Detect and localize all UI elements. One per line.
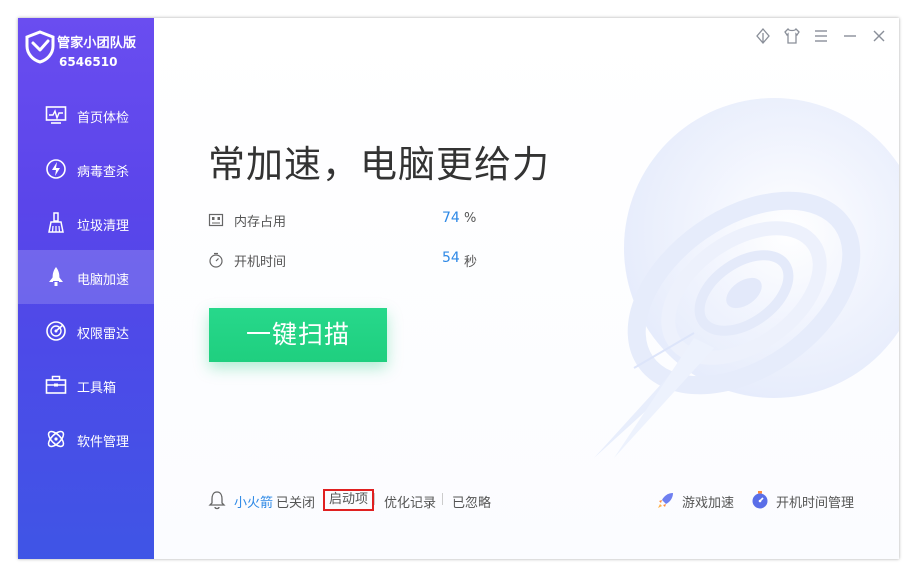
sidebar-item-label: 权限雷达 [77, 327, 130, 342]
skin-leaf-icon[interactable] [753, 26, 773, 46]
sidebar: 管家小团队版 6546510 首页体检 病毒查杀 垃圾清理 电脑加速 权限雷达 … [18, 18, 154, 559]
one-click-scan-button[interactable]: 一键扫描 [209, 308, 387, 362]
minimize-icon[interactable] [840, 26, 860, 46]
sidebar-item-label: 垃圾清理 [77, 219, 130, 234]
tshirt-skin-icon[interactable] [782, 26, 802, 46]
boot-timer-icon [752, 491, 768, 509]
sidebar-item-junk-clean[interactable]: 垃圾清理 [18, 196, 154, 250]
rocket-icon [49, 267, 63, 286]
startup-items-link[interactable]: 启动项 [323, 489, 375, 511]
window-controls [749, 26, 889, 46]
stat-unit: % [464, 211, 477, 226]
brand: 管家小团队版 6546510 [24, 30, 150, 74]
sidebar-item-virus-scan[interactable]: 病毒查杀 [18, 142, 154, 196]
app-name: 管家小团队版 [57, 36, 137, 51]
user-id: 6546510 [59, 55, 118, 69]
sidebar-item-software-manager[interactable]: 软件管理 [18, 412, 154, 466]
speed-orb-illustration [594, 98, 899, 458]
sidebar-item-pc-boost[interactable]: 电脑加速 [18, 250, 154, 304]
apps-icon [47, 430, 65, 448]
sidebar-nav: 首页体检 病毒查杀 垃圾清理 电脑加速 权限雷达 工具箱 软件管理 [18, 88, 154, 466]
monitor-icon [45, 106, 67, 124]
stat-value: 54 [442, 250, 460, 266]
sidebar-item-home-check[interactable]: 首页体检 [18, 88, 154, 142]
shield-logo-icon [25, 30, 55, 64]
game-rocket-icon [658, 493, 673, 508]
memory-chip-icon [208, 213, 224, 227]
virus-bolt-icon [46, 159, 66, 179]
stopwatch-icon [209, 252, 223, 268]
stat-label: 内存占用 [234, 215, 287, 230]
sidebar-item-permission-radar[interactable]: 权限雷达 [18, 304, 154, 358]
toolbox-icon [45, 375, 67, 394]
close-icon[interactable] [869, 26, 889, 46]
sidebar-item-label: 病毒查杀 [77, 165, 130, 180]
rocket-status: 已关闭 [276, 496, 316, 511]
sidebar-item-label: 电脑加速 [77, 273, 130, 288]
memory-usage-stat: 内存占用 74 % [208, 210, 508, 230]
main-panel: 常加速，电脑更给力 内存占用 74 % 开机时间 54 秒 一键扫描 小火箭 已… [154, 18, 899, 559]
tool-label: 游戏加速 [682, 496, 735, 511]
bell-icon [208, 491, 226, 510]
app-window: 管家小团队版 6546510 首页体检 病毒查杀 垃圾清理 电脑加速 权限雷达 … [18, 18, 899, 559]
tool-label: 开机时间管理 [776, 496, 855, 511]
sidebar-item-label: 软件管理 [77, 435, 130, 450]
sidebar-item-label: 首页体检 [77, 111, 130, 126]
stat-label: 开机时间 [234, 255, 287, 270]
stat-value: 74 [442, 210, 460, 226]
divider [442, 493, 443, 505]
sidebar-item-toolbox[interactable]: 工具箱 [18, 358, 154, 412]
optimize-log-link[interactable]: 优化记录 [384, 492, 436, 511]
radar-icon [46, 321, 66, 341]
sidebar-item-label: 工具箱 [77, 381, 117, 396]
boot-time-stat: 开机时间 54 秒 [208, 250, 508, 270]
stat-unit: 秒 [464, 255, 478, 270]
broom-icon [48, 212, 64, 233]
page-headline: 常加速，电脑更给力 [208, 143, 550, 186]
ignored-link[interactable]: 已忽略 [452, 492, 491, 511]
rocket-toggle-link[interactable]: 小火箭 [234, 492, 273, 511]
divider [374, 493, 375, 505]
menu-icon[interactable] [811, 26, 831, 46]
